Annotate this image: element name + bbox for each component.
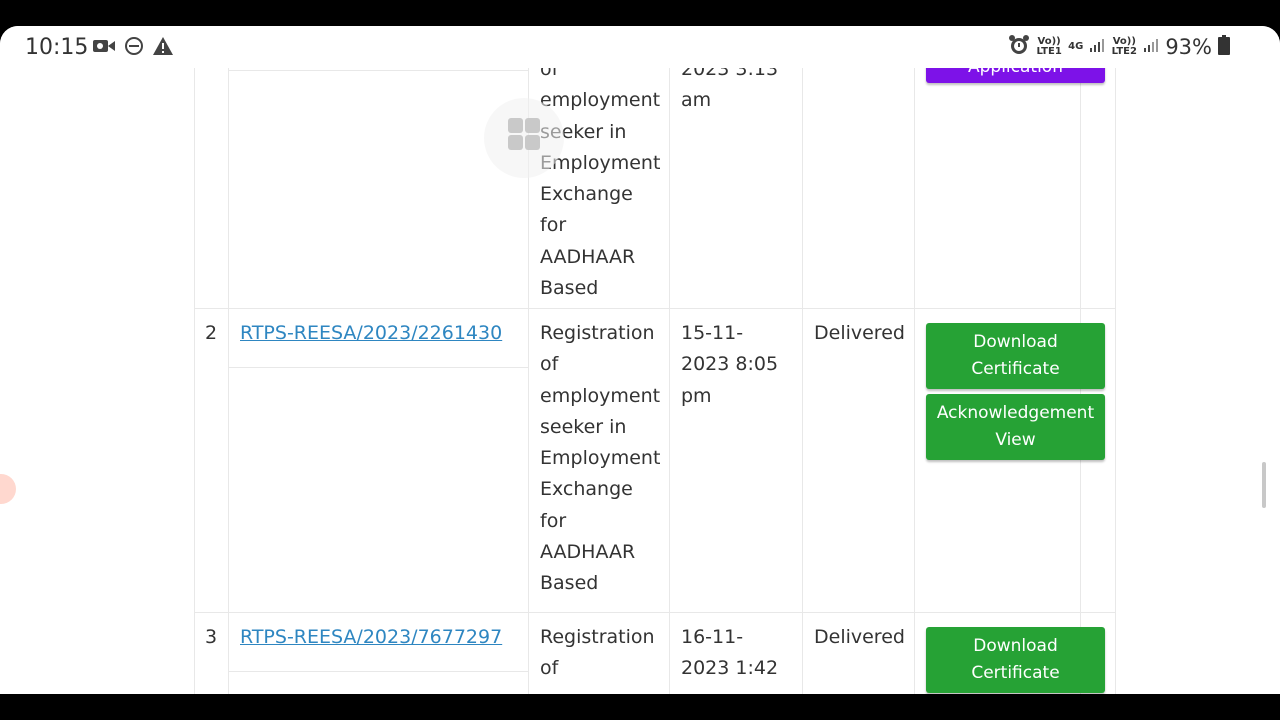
battery-percent: 93% bbox=[1165, 35, 1212, 59]
serial-number: 3 bbox=[205, 626, 218, 648]
application-number-link[interactable]: RTPS-REESA/2023/7677297 bbox=[240, 622, 502, 653]
download-certificate-button[interactable]: Download Certificate bbox=[926, 627, 1105, 693]
download-certificate-button[interactable]: Download Certificate bbox=[926, 323, 1105, 389]
do-not-disturb-icon bbox=[124, 36, 144, 60]
service-name: of employment seeker in Employment Excha… bbox=[540, 68, 661, 300]
service-name: Registration of bbox=[540, 626, 655, 680]
status-bar: 10:15 Vo)) LTE1 4G Vo)) LTE2 93% bbox=[0, 26, 1280, 68]
sim2-label: Vo)) LTE2 bbox=[1111, 36, 1137, 57]
submission-date: 15-11- 2023 8:05 pm bbox=[681, 322, 779, 407]
submission-date: 2023 3:13 am bbox=[681, 68, 779, 112]
applications-table-area: of employment seeker in Employment Excha… bbox=[0, 68, 1280, 694]
network-type: 4G bbox=[1068, 41, 1084, 52]
application-number-link[interactable]: RTPS-REESA/2023/2261430 bbox=[240, 318, 502, 349]
video-camera-icon bbox=[92, 37, 116, 59]
view-application-button[interactable]: Application bbox=[926, 68, 1105, 83]
battery-icon bbox=[1218, 35, 1230, 59]
acknowledgement-view-button[interactable]: Acknowledgement View bbox=[926, 394, 1105, 460]
floating-menu-icon[interactable] bbox=[484, 98, 564, 178]
submission-date: 16-11- 2023 1:42 bbox=[681, 626, 779, 680]
floating-bubble[interactable] bbox=[0, 474, 16, 504]
service-name: Registration of employment seeker in Emp… bbox=[540, 322, 661, 595]
serial-number: 2 bbox=[205, 322, 218, 344]
signal-icon bbox=[1143, 37, 1159, 57]
phone-screen: 10:15 Vo)) LTE1 4G Vo)) LTE2 93% of empl… bbox=[0, 26, 1280, 694]
warning-icon bbox=[152, 36, 174, 60]
alarm-icon bbox=[1008, 34, 1030, 60]
scrollbar-thumb[interactable] bbox=[1262, 462, 1266, 508]
status-text: Delivered bbox=[814, 322, 905, 344]
status-text: Delivered bbox=[814, 626, 905, 648]
sim1-label: Vo)) LTE1 bbox=[1036, 36, 1062, 57]
clock: 10:15 bbox=[25, 35, 89, 60]
signal-icon bbox=[1089, 37, 1105, 57]
